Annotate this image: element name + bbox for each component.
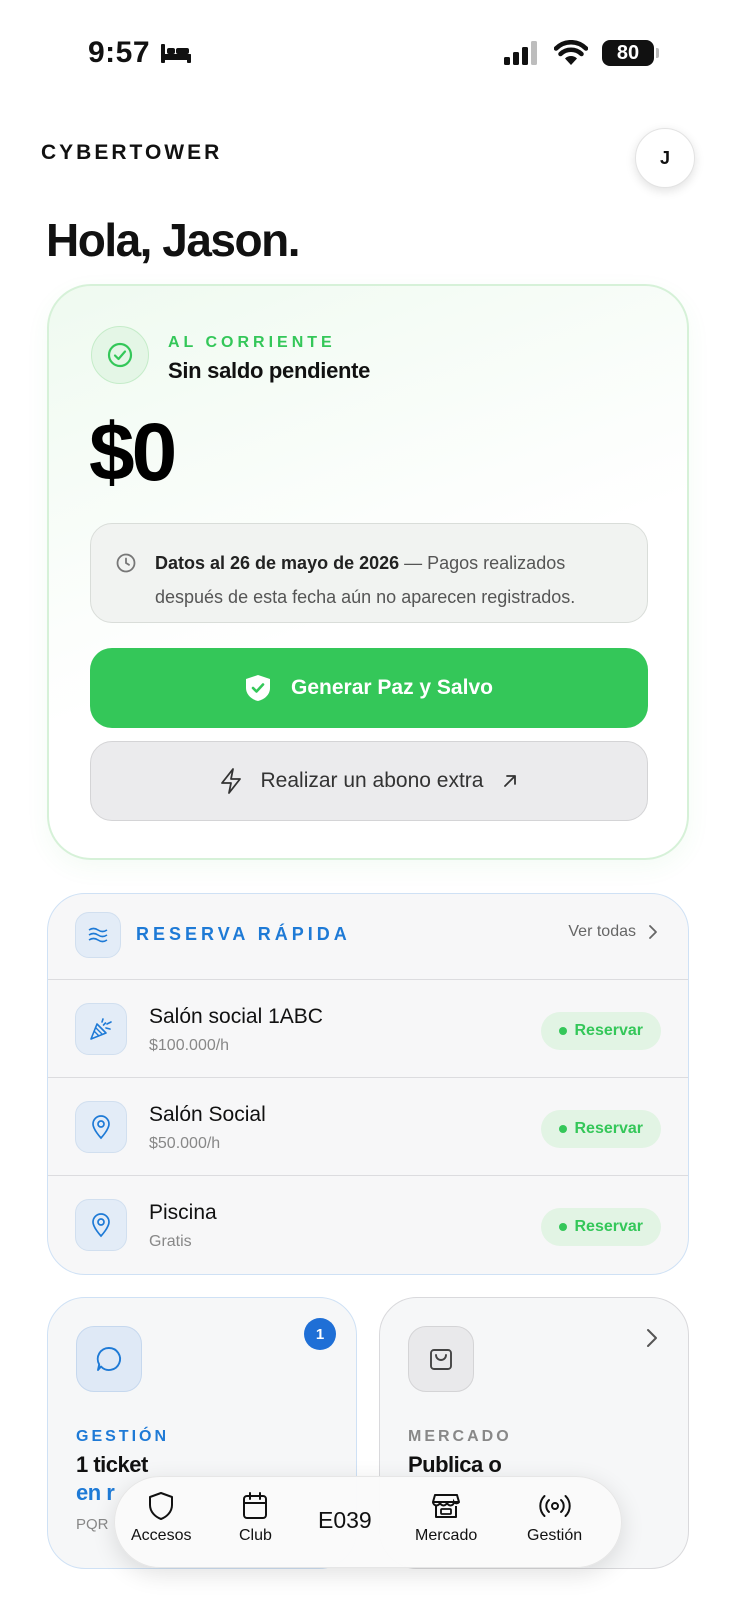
reserve-label: Reservar [574,1218,644,1235]
list-item[interactable]: Salón Social $50.000/h Reservar [48,1078,688,1176]
bed-icon [161,44,192,63]
gestion-main-text: 1 ticket [76,1452,148,1477]
location-pin-icon [75,1199,127,1251]
extra-payment-button[interactable]: Realizar un abono extra [90,741,648,821]
amenity-price: Gratis [149,1233,192,1250]
unit-code[interactable]: E039 [318,1507,372,1534]
list-item[interactable]: Piscina Gratis Reservar [48,1176,688,1274]
wifi-icon [554,40,588,65]
gestion-accent-text: en r [76,1480,115,1505]
gestion-sub-text: PQR [76,1516,109,1533]
shield-check-icon [246,675,271,701]
reserve-label: Reservar [574,1022,644,1039]
quick-reserve-header: RESERVA RÁPIDA Ver todas [48,894,688,980]
reserve-button[interactable]: Reservar [540,1110,661,1148]
amenity-price: $100.000/h [149,1037,230,1054]
storefront-icon [432,1494,461,1518]
amenity-price: $50.000/h [149,1135,221,1152]
nav-item-club[interactable]: Club [239,1491,272,1545]
battery-indicator: 80 [602,40,659,66]
status-dot [558,1125,567,1133]
amenity-name: Salón social 1ABC [149,1005,323,1028]
brand-name: CYBERTOWER [41,141,223,164]
balance-amount: $0 [89,407,177,498]
nav-label: Accesos [131,1527,192,1544]
nav-label: Gestión [527,1527,583,1544]
nav-label: Mercado [415,1527,478,1544]
amenity-name: Piscina [149,1201,217,1224]
balance-status-sub: Sin saldo pendiente [168,358,371,383]
waves-icon [75,912,121,958]
mercado-main-text: Publica o [408,1452,502,1477]
amenity-name: Salón Social [149,1103,266,1126]
see-all-link[interactable]: Ver todas [568,923,658,941]
shopping-bag-icon [408,1326,474,1392]
chat-bubble-icon [76,1326,142,1392]
nav-label: Club [239,1527,272,1544]
data-date-notice: Datos al 26 de mayo de 2026 — Pagos real… [90,523,648,623]
status-time: 9:57 [88,36,192,70]
reserve-label: Reservar [574,1120,644,1137]
extra-payment-label: Realizar un abono extra [260,769,484,792]
balance-status-label: AL CORRIENTE [168,334,336,351]
reserve-button[interactable]: Reservar [540,1208,661,1246]
avatar-initial: J [659,147,670,168]
bottom-nav: Accesos Club E039 Mercado Gestión [114,1476,622,1568]
nav-item-accesos[interactable]: Accesos [131,1491,191,1545]
quick-reserve-title: RESERVA RÁPIDA [136,924,351,944]
list-item[interactable]: Salón social 1ABC $100.000/h Reservar [48,980,688,1078]
generate-clearance-button[interactable]: Generar Paz y Salvo [90,648,648,728]
balance-card: AL CORRIENTE Sin saldo pendiente $0 Dato… [47,284,689,860]
status-dot [558,1223,567,1231]
arrow-up-right-icon [504,775,517,787]
party-popper-icon [75,1003,127,1055]
notice-date: Datos al 26 de mayo de 2026 [155,553,400,573]
greeting-title: Hola, Jason. [46,214,300,266]
quick-reserve-card: RESERVA RÁPIDA Ver todas Salón social 1A… [47,893,689,1275]
ticket-count-badge: 1 [304,1318,336,1350]
notice-text: Datos al 26 de mayo de 2026 — Pagos real… [155,546,635,614]
see-all-label: Ver todas [568,923,636,940]
calendar-icon [243,1492,268,1519]
shield-icon [149,1492,174,1520]
nav-item-mercado[interactable]: Mercado [415,1491,477,1545]
status-bar: 9:57 80 [0,0,736,100]
status-dot [558,1027,567,1035]
broadcast-icon [538,1495,571,1517]
check-status-icon [91,326,149,384]
clock-icon [116,553,136,573]
gestion-label: GESTIÓN [76,1428,170,1445]
mercado-label: MERCADO [408,1428,512,1445]
avatar[interactable]: J [635,128,695,188]
cellular-signal-icon [504,41,537,65]
nav-item-gestion[interactable]: Gestión [527,1491,582,1545]
generate-clearance-label: Generar Paz y Salvo [291,676,493,699]
chevron-right-icon [649,925,657,939]
chevron-right-icon [647,1329,657,1347]
location-pin-icon [75,1101,127,1153]
status-indicators: 80 [504,40,659,66]
clock-text: 9:57 [88,36,151,69]
reserve-button[interactable]: Reservar [540,1012,661,1050]
lightning-icon [220,768,241,794]
